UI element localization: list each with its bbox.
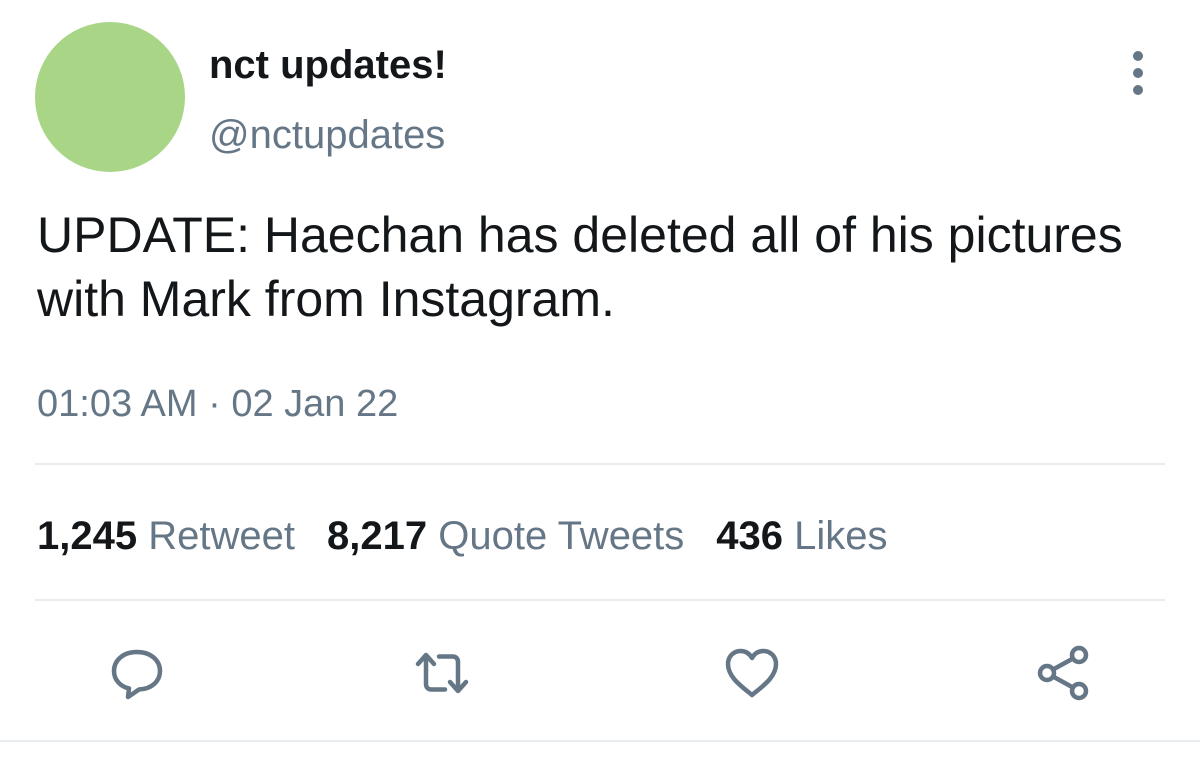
tweet-text: UPDATE: Haechan has deleted all of his p…: [37, 207, 1123, 327]
share-nodes-icon: [1037, 645, 1089, 701]
retweet-stat[interactable]: 1,245 Retweet: [37, 512, 295, 560]
retweet-button[interactable]: [413, 644, 471, 702]
likes-label: Likes: [794, 514, 888, 558]
vertical-ellipsis-icon: [1133, 51, 1143, 95]
tweet-timestamp[interactable]: 01:03 AM · 02 Jan 22: [37, 381, 398, 427]
speech-bubble-icon: [111, 649, 163, 700]
divider: [35, 599, 1165, 601]
reply-button[interactable]: [108, 644, 166, 702]
retweet-label: Retweet: [148, 514, 295, 558]
tweet-stats: 1,245 Retweet 8,217 Quote Tweets 436 Likes: [37, 512, 920, 560]
avatar[interactable]: [35, 22, 185, 172]
like-button[interactable]: [723, 644, 781, 702]
quote-tweets-count: 8,217: [326, 514, 428, 558]
share-button[interactable]: [1035, 644, 1093, 702]
divider: [0, 740, 1200, 742]
divider: [35, 463, 1165, 465]
more-options-button[interactable]: [1124, 50, 1152, 96]
quote-tweets-stat[interactable]: 8,217 Quote Tweets: [327, 512, 684, 560]
display-name[interactable]: nct updates!: [209, 41, 447, 89]
likes-count: 436: [716, 514, 784, 558]
likes-stat[interactable]: 436 Likes: [716, 512, 887, 560]
heart-icon: [725, 648, 779, 698]
quote-tweets-label: Quote Tweets: [438, 514, 685, 558]
retweet-arrows-icon: [415, 652, 469, 694]
user-handle[interactable]: @nctupdates: [209, 111, 445, 159]
retweet-count: 1,245: [37, 514, 138, 558]
